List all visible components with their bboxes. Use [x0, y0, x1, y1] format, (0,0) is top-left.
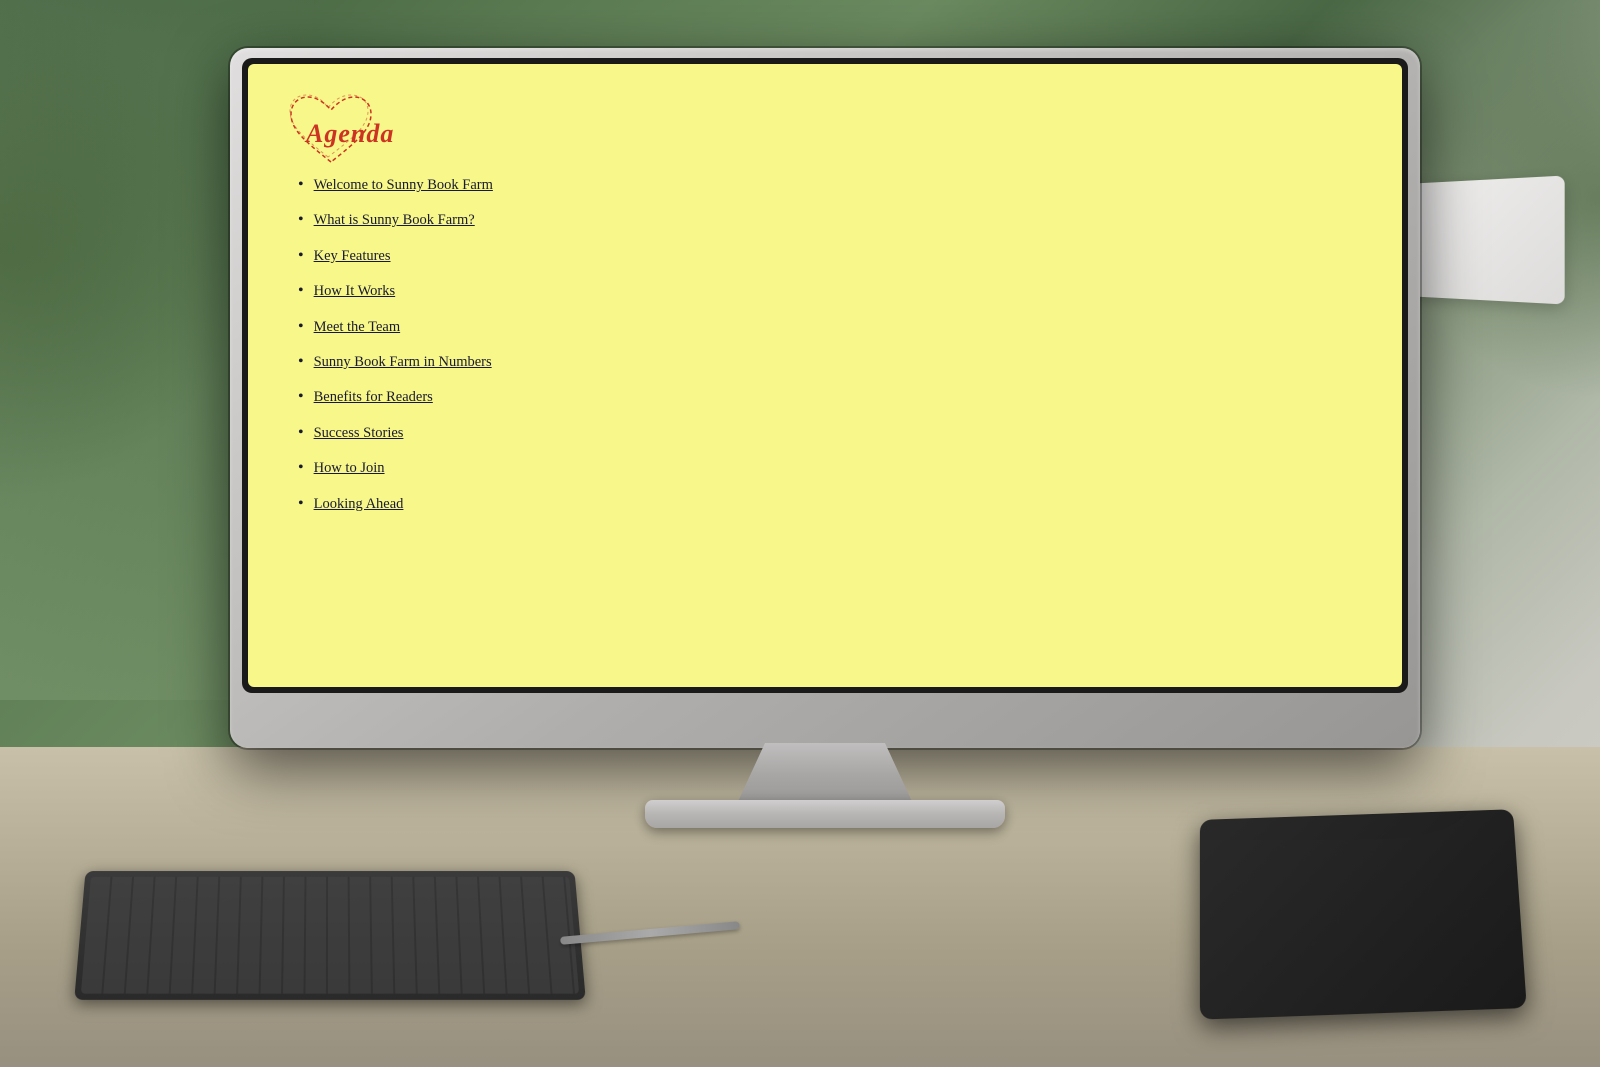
agenda-link[interactable]: Welcome to Sunny Book Farm	[314, 175, 493, 195]
list-bullet: •	[298, 245, 304, 267]
monitor-bezel: Agenda • Welcome to Sunny Book Farm • What …	[242, 58, 1408, 693]
agenda-list-item: • Success Stories	[298, 422, 493, 444]
agenda-list-item: • What is Sunny Book Farm?	[298, 209, 493, 231]
agenda-list-item: • Sunny Book Farm in Numbers	[298, 351, 493, 373]
agenda-title: Agenda	[306, 119, 394, 149]
agenda-link[interactable]: Key Features	[314, 246, 391, 266]
agenda-link[interactable]: How to Join	[314, 458, 385, 478]
list-bullet: •	[298, 422, 304, 444]
list-bullet: •	[298, 386, 304, 408]
screen: Agenda • Welcome to Sunny Book Farm • What …	[248, 64, 1402, 687]
agenda-list-item: • How to Join	[298, 457, 493, 479]
keyboard	[74, 871, 586, 1000]
monitor-base	[645, 800, 1005, 828]
agenda-list-item: • Welcome to Sunny Book Farm	[298, 174, 493, 196]
agenda-list: • Welcome to Sunny Book Farm • What is Sunn…	[298, 174, 493, 528]
tablet-device	[1200, 809, 1527, 1019]
agenda-link[interactable]: Looking Ahead	[314, 494, 404, 514]
list-bullet: •	[298, 280, 304, 302]
agenda-list-item: • How It Works	[298, 280, 493, 302]
agenda-link[interactable]: Benefits for Readers	[314, 387, 433, 407]
monitor-chin	[230, 693, 1420, 748]
agenda-link[interactable]: Meet the Team	[314, 317, 401, 337]
agenda-list-item: • Benefits for Readers	[298, 386, 493, 408]
monitor: Agenda • Welcome to Sunny Book Farm • What …	[230, 48, 1420, 748]
list-bullet: •	[298, 351, 304, 373]
list-bullet: •	[298, 209, 304, 231]
list-bullet: •	[298, 457, 304, 479]
agenda-list-item: • Key Features	[298, 245, 493, 267]
list-bullet: •	[298, 316, 304, 338]
agenda-link[interactable]: Success Stories	[314, 423, 404, 443]
desk-object	[1406, 176, 1564, 305]
agenda-link[interactable]: What is Sunny Book Farm?	[314, 210, 475, 230]
agenda-link[interactable]: How It Works	[314, 281, 396, 301]
agenda-list-item: • Meet the Team	[298, 316, 493, 338]
list-bullet: •	[298, 493, 304, 515]
list-bullet: •	[298, 174, 304, 196]
agenda-link[interactable]: Sunny Book Farm in Numbers	[314, 352, 492, 372]
agenda-list-item: • Looking Ahead	[298, 493, 493, 515]
